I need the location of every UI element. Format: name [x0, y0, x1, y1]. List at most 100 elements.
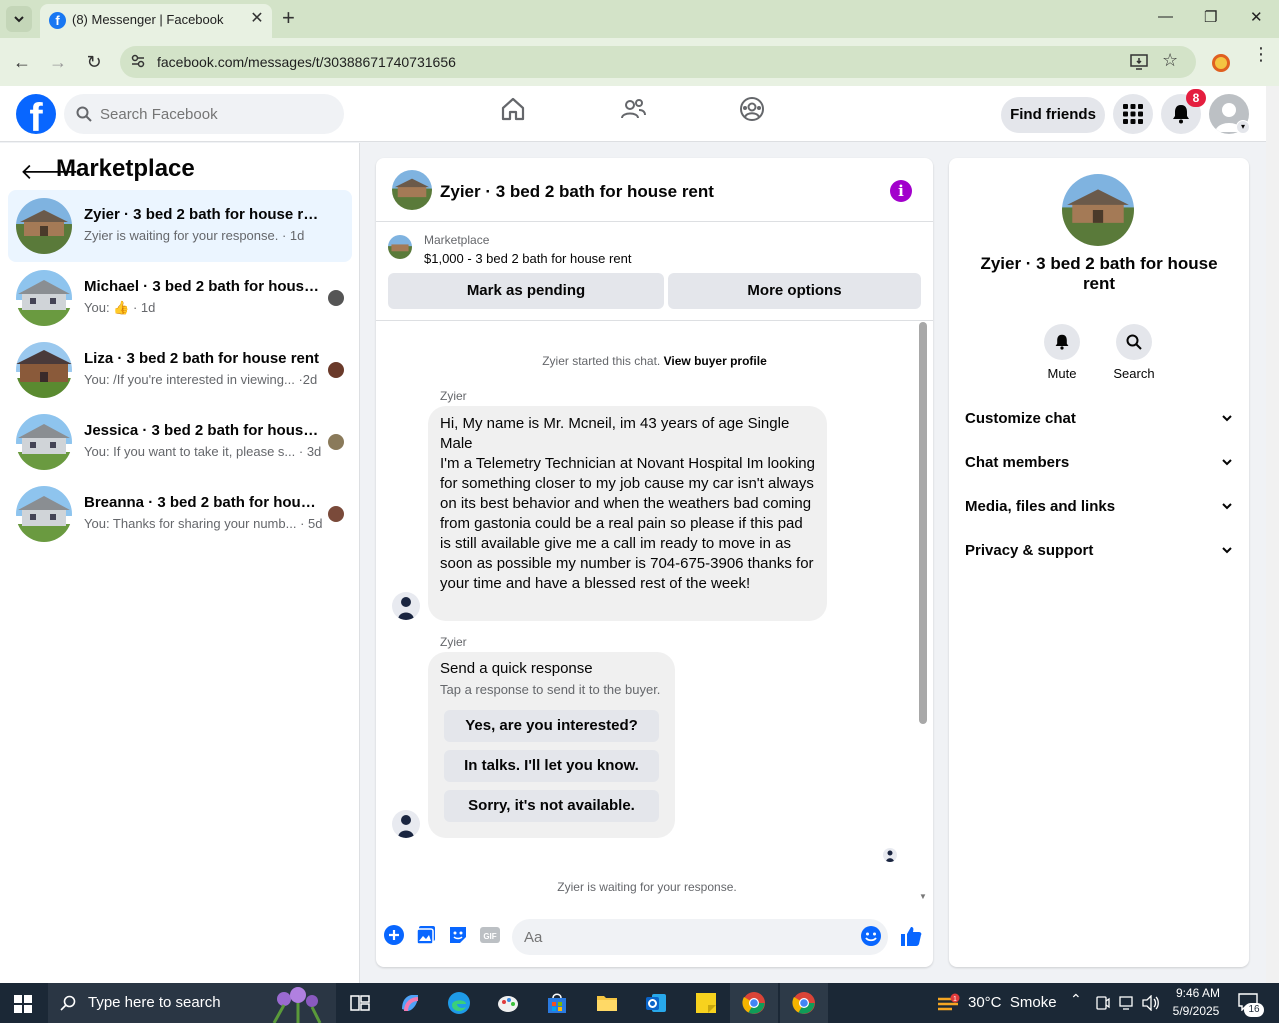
emoji-icon[interactable] — [860, 925, 882, 947]
find-friends-button[interactable]: Find friends — [1001, 97, 1105, 133]
mute-button[interactable]: Mute — [1032, 324, 1092, 381]
conversation-preview: You: 👍 · 1d — [84, 300, 156, 315]
account-chevron-icon[interactable]: ▾ — [1236, 120, 1250, 134]
home-icon[interactable] — [500, 96, 526, 122]
omnibox[interactable]: facebook.com/messages/t/3038867174073165… — [120, 46, 1196, 78]
svg-text:GIF: GIF — [483, 932, 496, 941]
sticker-icon[interactable] — [448, 925, 468, 945]
back-icon[interactable]: ← — [10, 50, 34, 74]
forward-icon[interactable]: → — [46, 50, 70, 74]
search-conversation-button[interactable]: Search — [1104, 324, 1164, 381]
quick-response-title: Send a quick response — [440, 660, 593, 677]
browser-menu-icon[interactable]: ⋮ — [1252, 45, 1270, 63]
chrome-icon[interactable] — [742, 991, 766, 1015]
copilot-icon[interactable] — [398, 991, 422, 1015]
notification-count-badge: 16 — [1244, 1003, 1264, 1017]
privacy-support-section[interactable]: Privacy & support — [965, 542, 1233, 566]
listing-thumbnail — [16, 486, 72, 542]
tray-expand-icon[interactable]: ⌃ — [1070, 991, 1082, 1008]
friends-icon[interactable] — [620, 96, 646, 122]
taskbar-search[interactable]: Type here to search — [48, 983, 336, 1023]
sender-name: Zyier — [440, 635, 467, 649]
conversation-name: Breanna · 3 bed 2 bath for house rent — [84, 494, 320, 511]
search-label: Search — [1113, 366, 1155, 381]
quick-response-button[interactable]: Sorry, it's not available. — [444, 790, 659, 822]
waiting-status: Zyier is waiting for your response. — [557, 880, 737, 894]
clock-date[interactable]: 5/9/2025 — [1168, 1004, 1224, 1018]
chevron-down-icon — [1222, 503, 1232, 510]
menu-button[interactable] — [1113, 94, 1153, 134]
volume-icon[interactable] — [1142, 995, 1160, 1011]
chrome-profile-icon[interactable] — [792, 991, 816, 1015]
quick-response-button[interactable]: In talks. I'll let you know. — [444, 750, 659, 782]
network-icon[interactable] — [1118, 995, 1134, 1011]
sender-name: Zyier — [440, 389, 467, 403]
chat-thumbnail[interactable] — [392, 170, 432, 210]
conversation-item[interactable]: Liza · 3 bed 2 bath for house rent You: … — [8, 334, 352, 406]
edge-icon[interactable] — [447, 991, 471, 1015]
listing-price[interactable]: $1,000 - 3 bed 2 bath for house rent — [424, 251, 631, 266]
sender-avatar[interactable] — [392, 592, 420, 620]
site-info-icon[interactable] — [130, 53, 146, 69]
taskbar-search-text: Type here to search — [88, 994, 221, 1011]
listing-thumbnail — [16, 270, 72, 326]
store-icon[interactable] — [545, 991, 569, 1015]
file-explorer-icon[interactable] — [595, 991, 619, 1015]
conversation-item[interactable]: Michael · 3 bed 2 bath for house rent Yo… — [8, 262, 352, 334]
groups-icon[interactable] — [739, 96, 765, 122]
message-input[interactable] — [512, 919, 888, 955]
window-close-icon[interactable]: ✕ — [1250, 8, 1263, 26]
windows-start-icon[interactable] — [14, 995, 32, 1013]
task-view-icon[interactable] — [348, 991, 372, 1015]
new-tab-button[interactable]: + — [282, 7, 295, 29]
media-files-section[interactable]: Media, files and links — [965, 498, 1233, 522]
view-buyer-profile-link[interactable]: View buyer profile — [664, 354, 767, 368]
chevron-down-icon — [14, 16, 24, 23]
close-tab-icon[interactable]: ✕ — [248, 10, 266, 28]
facebook-header: f Find friends 8 ▾ — [0, 86, 1266, 142]
reload-icon[interactable]: ↻ — [82, 50, 106, 74]
sticky-notes-icon[interactable] — [694, 991, 718, 1015]
page-scrollbar[interactable] — [1266, 86, 1279, 983]
listing-thumbnail — [16, 342, 72, 398]
tab-list-button[interactable] — [6, 6, 32, 32]
conversation-preview: You: /If you're interested in viewing...… — [84, 372, 318, 387]
mark-pending-button[interactable]: Mark as pending — [388, 273, 664, 309]
chat-scrollbar[interactable] — [919, 322, 927, 724]
conversation-item[interactable]: Breanna · 3 bed 2 bath for house rent Yo… — [8, 478, 352, 550]
url-text: facebook.com/messages/t/3038867174073165… — [157, 54, 456, 70]
search-icon — [76, 106, 92, 122]
search-input[interactable] — [100, 94, 330, 134]
conversation-item[interactable]: Jessica · 3 bed 2 bath for house rent Yo… — [8, 406, 352, 478]
install-app-icon[interactable] — [1130, 53, 1148, 71]
facebook-search[interactable] — [64, 94, 344, 134]
facebook-favicon-icon: f — [49, 12, 66, 29]
gif-icon[interactable]: GIF — [480, 925, 500, 945]
restore-icon[interactable]: ❐ — [1204, 8, 1217, 26]
listing-thumbnail — [388, 235, 412, 259]
facebook-logo-icon[interactable]: f — [16, 94, 56, 134]
browser-tab-active[interactable]: f (8) Messenger | Facebook ✕ — [40, 4, 272, 38]
flowers-decoration-icon — [272, 987, 322, 1023]
sender-avatar[interactable] — [392, 810, 420, 838]
info-icon[interactable]: i — [890, 180, 912, 202]
paint-icon[interactable] — [496, 991, 520, 1015]
outlook-icon[interactable] — [644, 991, 668, 1015]
chat-members-section[interactable]: Chat members — [965, 454, 1233, 478]
clock-time[interactable]: 9:46 AM — [1172, 986, 1224, 1000]
extension-icon[interactable] — [1212, 54, 1230, 72]
plus-circle-icon[interactable] — [384, 925, 404, 945]
quick-response-button[interactable]: Yes, are you interested? — [444, 710, 659, 742]
chat-details-panel: Zyier · 3 bed 2 bath for house rent Mute… — [949, 158, 1249, 967]
photo-icon[interactable] — [416, 925, 436, 945]
customize-chat-section[interactable]: Customize chat — [965, 410, 1233, 434]
chat-title[interactable]: Zyier · 3 bed 2 bath for house rent — [440, 182, 714, 202]
bookmark-star-icon[interactable]: ☆ — [1162, 50, 1178, 71]
weather-text[interactable]: 30°C Smoke — [968, 994, 1057, 1011]
conversation-item[interactable]: Zyier · 3 bed 2 bath for house rent Zyie… — [8, 190, 352, 262]
meet-now-icon[interactable] — [1096, 995, 1110, 1011]
thumbs-up-icon[interactable] — [900, 925, 922, 947]
minimize-icon[interactable]: — — [1158, 8, 1173, 25]
more-options-button[interactable]: More options — [668, 273, 921, 309]
scroll-down-icon[interactable]: ▼ — [919, 892, 927, 901]
